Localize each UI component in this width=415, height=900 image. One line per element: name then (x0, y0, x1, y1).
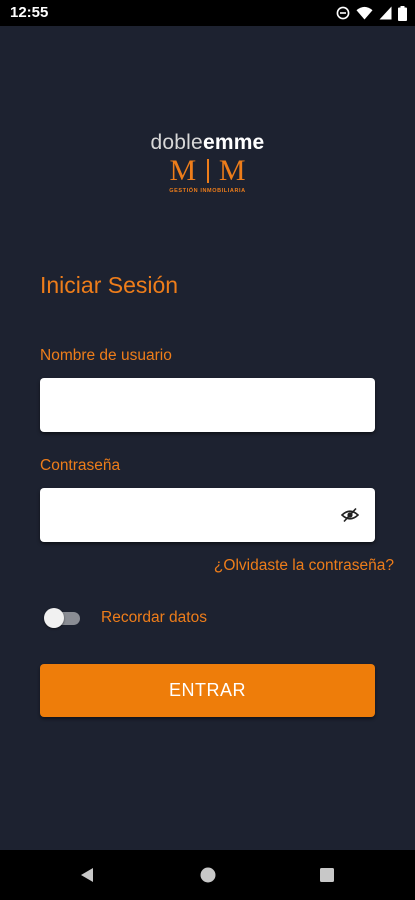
status-icons (336, 5, 407, 21)
logo-tagline: GESTIÓN INMOBILIARIA (169, 188, 246, 194)
password-field[interactable] (52, 488, 342, 542)
username-field[interactable] (52, 378, 342, 432)
logo-word-light: doble (150, 131, 203, 154)
logo-mark-left: M (169, 154, 197, 187)
status-bar: 12:55 (0, 0, 415, 26)
username-field-container (40, 378, 375, 432)
login-button[interactable]: ENTRAR (40, 664, 375, 717)
back-icon[interactable] (78, 866, 96, 884)
battery-icon (398, 5, 407, 21)
home-icon[interactable] (199, 866, 217, 884)
company-logo: dobleemme M M GESTIÓN INMOBILIARIA (0, 130, 415, 194)
remember-label: Recordar datos (101, 609, 207, 626)
toggle-thumb (44, 608, 64, 628)
logo-wordmark: dobleemme (0, 130, 415, 156)
navigation-bar (0, 850, 415, 900)
password-label: Contraseña (40, 457, 121, 474)
status-time: 12:55 (10, 4, 49, 21)
remember-toggle[interactable] (44, 608, 80, 628)
recents-icon[interactable] (318, 866, 336, 884)
forgot-password-link[interactable]: ¿Olvidaste la contraseña? (214, 557, 394, 575)
logo-mark-right: M (218, 154, 246, 187)
username-label: Nombre de usuario (40, 347, 172, 364)
wifi-icon (356, 6, 373, 20)
password-visibility-toggle-icon[interactable] (340, 507, 360, 523)
page-title: Iniciar Sesión (40, 272, 179, 298)
logo-word-bold: emme (202, 131, 265, 154)
signal-icon (379, 6, 392, 20)
password-field-container (40, 488, 375, 542)
logo-monogram: M M (168, 156, 248, 186)
dnd-icon (336, 6, 350, 20)
logo-mark-separator (206, 159, 209, 183)
